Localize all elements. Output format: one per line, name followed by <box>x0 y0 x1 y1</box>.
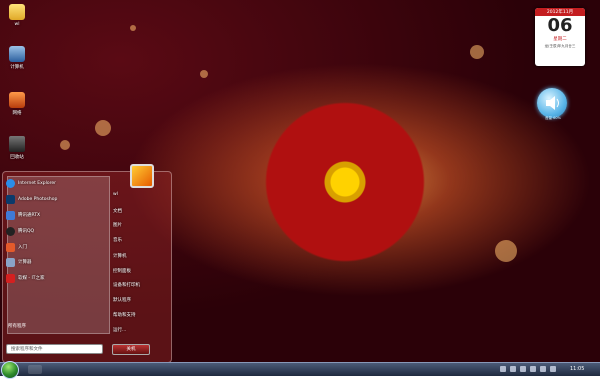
desktop-icon-label: wl <box>14 22 20 27</box>
start-item-label: 计算器 <box>18 260 32 265</box>
calendar-day: 06 <box>547 15 573 36</box>
desktop-icon-label: 回收站 <box>10 155 24 160</box>
desktop-icon-user[interactable]: wl <box>4 4 30 27</box>
wallpaper-bokeh <box>200 70 208 78</box>
tray-app-icon[interactable] <box>550 366 556 372</box>
shutdown-button[interactable]: 关机 <box>112 344 150 355</box>
start-right-run[interactable]: 运行... <box>113 327 126 333</box>
start-item-ithome[interactable]: 软媒 - IT之家 <box>6 272 103 284</box>
tray-flag-icon[interactable] <box>500 366 506 372</box>
network-icon <box>9 92 25 108</box>
user-avatar[interactable] <box>130 164 154 188</box>
start-right-default-programs[interactable]: 默认程序 <box>113 297 131 303</box>
taskbar-clock[interactable]: 11:05 <box>570 366 584 372</box>
desktop-icon-network[interactable]: 网络 <box>4 92 30 116</box>
start-item-calculator[interactable]: 计算器 <box>6 256 103 268</box>
start-item-label: 腾讯通RTX <box>18 213 41 218</box>
wallpaper-bokeh <box>95 120 111 136</box>
start-right-help-support[interactable]: 帮助和支持 <box>113 312 136 318</box>
user-folder-icon <box>9 4 25 20</box>
internet-explorer-icon <box>6 178 15 188</box>
start-search-input[interactable]: 搜索程序和文件 <box>6 344 103 354</box>
calculator-icon <box>6 257 15 267</box>
recycle-bin-icon <box>9 136 25 152</box>
start-item-label: Internet Explorer <box>18 180 57 186</box>
start-right-documents[interactable]: 文档 <box>113 208 122 214</box>
taskbar: 11:05 <box>0 361 600 379</box>
volume-gadget[interactable]: 音量 60% <box>537 88 567 120</box>
start-right-pictures[interactable]: 图片 <box>113 222 122 228</box>
start-orb-button[interactable] <box>1 361 19 379</box>
photoshop-icon <box>6 194 15 204</box>
calendar-gadget[interactable]: 2012年11月 06 星期二 龙(壬辰)年九月廿三 <box>535 8 585 66</box>
explorer-taskbar-icon[interactable] <box>28 365 42 374</box>
start-item-internet-explorer[interactable]: Internet Explorer <box>6 177 103 189</box>
computer-icon <box>9 46 25 62</box>
wallpaper-bokeh <box>60 140 70 150</box>
start-item-rtx[interactable]: 腾讯通RTX <box>6 209 103 221</box>
start-item-label: 软媒 - IT之家 <box>18 276 45 281</box>
speaker-icon <box>546 96 559 110</box>
desktop-icon-recycle-bin[interactable]: 回收站 <box>4 136 30 160</box>
wallpaper-bokeh <box>470 45 484 59</box>
tray-network-icon[interactable] <box>510 366 516 372</box>
rtx-icon <box>6 210 15 220</box>
all-programs-label: 所有程序 <box>8 324 26 329</box>
calendar-lunar-date: 龙(壬辰)年九月廿三 <box>544 44 576 48</box>
desktop-icon-label: 网络 <box>12 111 22 116</box>
all-programs-button[interactable]: 所有程序 <box>4 323 105 332</box>
start-item-getting-started[interactable]: 入门 <box>6 241 103 253</box>
start-right-computer[interactable]: 计算机 <box>113 253 127 259</box>
volume-label: 音量 60% <box>545 116 561 120</box>
getting-started-icon <box>6 242 15 252</box>
start-item-label: Adobe Photoshop <box>18 196 58 202</box>
tray-volume-icon[interactable] <box>520 366 526 372</box>
ithome-icon <box>6 273 15 283</box>
start-right-devices-printers[interactable]: 设备和打印机 <box>113 282 140 288</box>
tray-app-icon[interactable] <box>530 366 536 372</box>
start-item-qq[interactable]: 腾讯QQ <box>6 225 103 237</box>
desktop-icon-computer[interactable]: 计算机 <box>4 46 30 70</box>
start-right-music[interactable]: 音乐 <box>113 237 122 243</box>
tray-app-icon[interactable] <box>540 366 546 372</box>
wallpaper-bokeh <box>130 25 136 31</box>
start-right-user[interactable]: wl <box>113 192 118 197</box>
calendar-weekday: 星期二 <box>553 37 567 42</box>
desktop-icon-label: 计算机 <box>10 65 24 70</box>
start-item-label: 腾讯QQ <box>18 229 35 234</box>
start-item-label: 入门 <box>18 245 27 250</box>
qq-icon <box>6 226 15 236</box>
wallpaper-bokeh <box>495 240 517 262</box>
start-item-photoshop[interactable]: Adobe Photoshop <box>6 193 103 205</box>
start-right-control-panel[interactable]: 控制面板 <box>113 268 131 274</box>
